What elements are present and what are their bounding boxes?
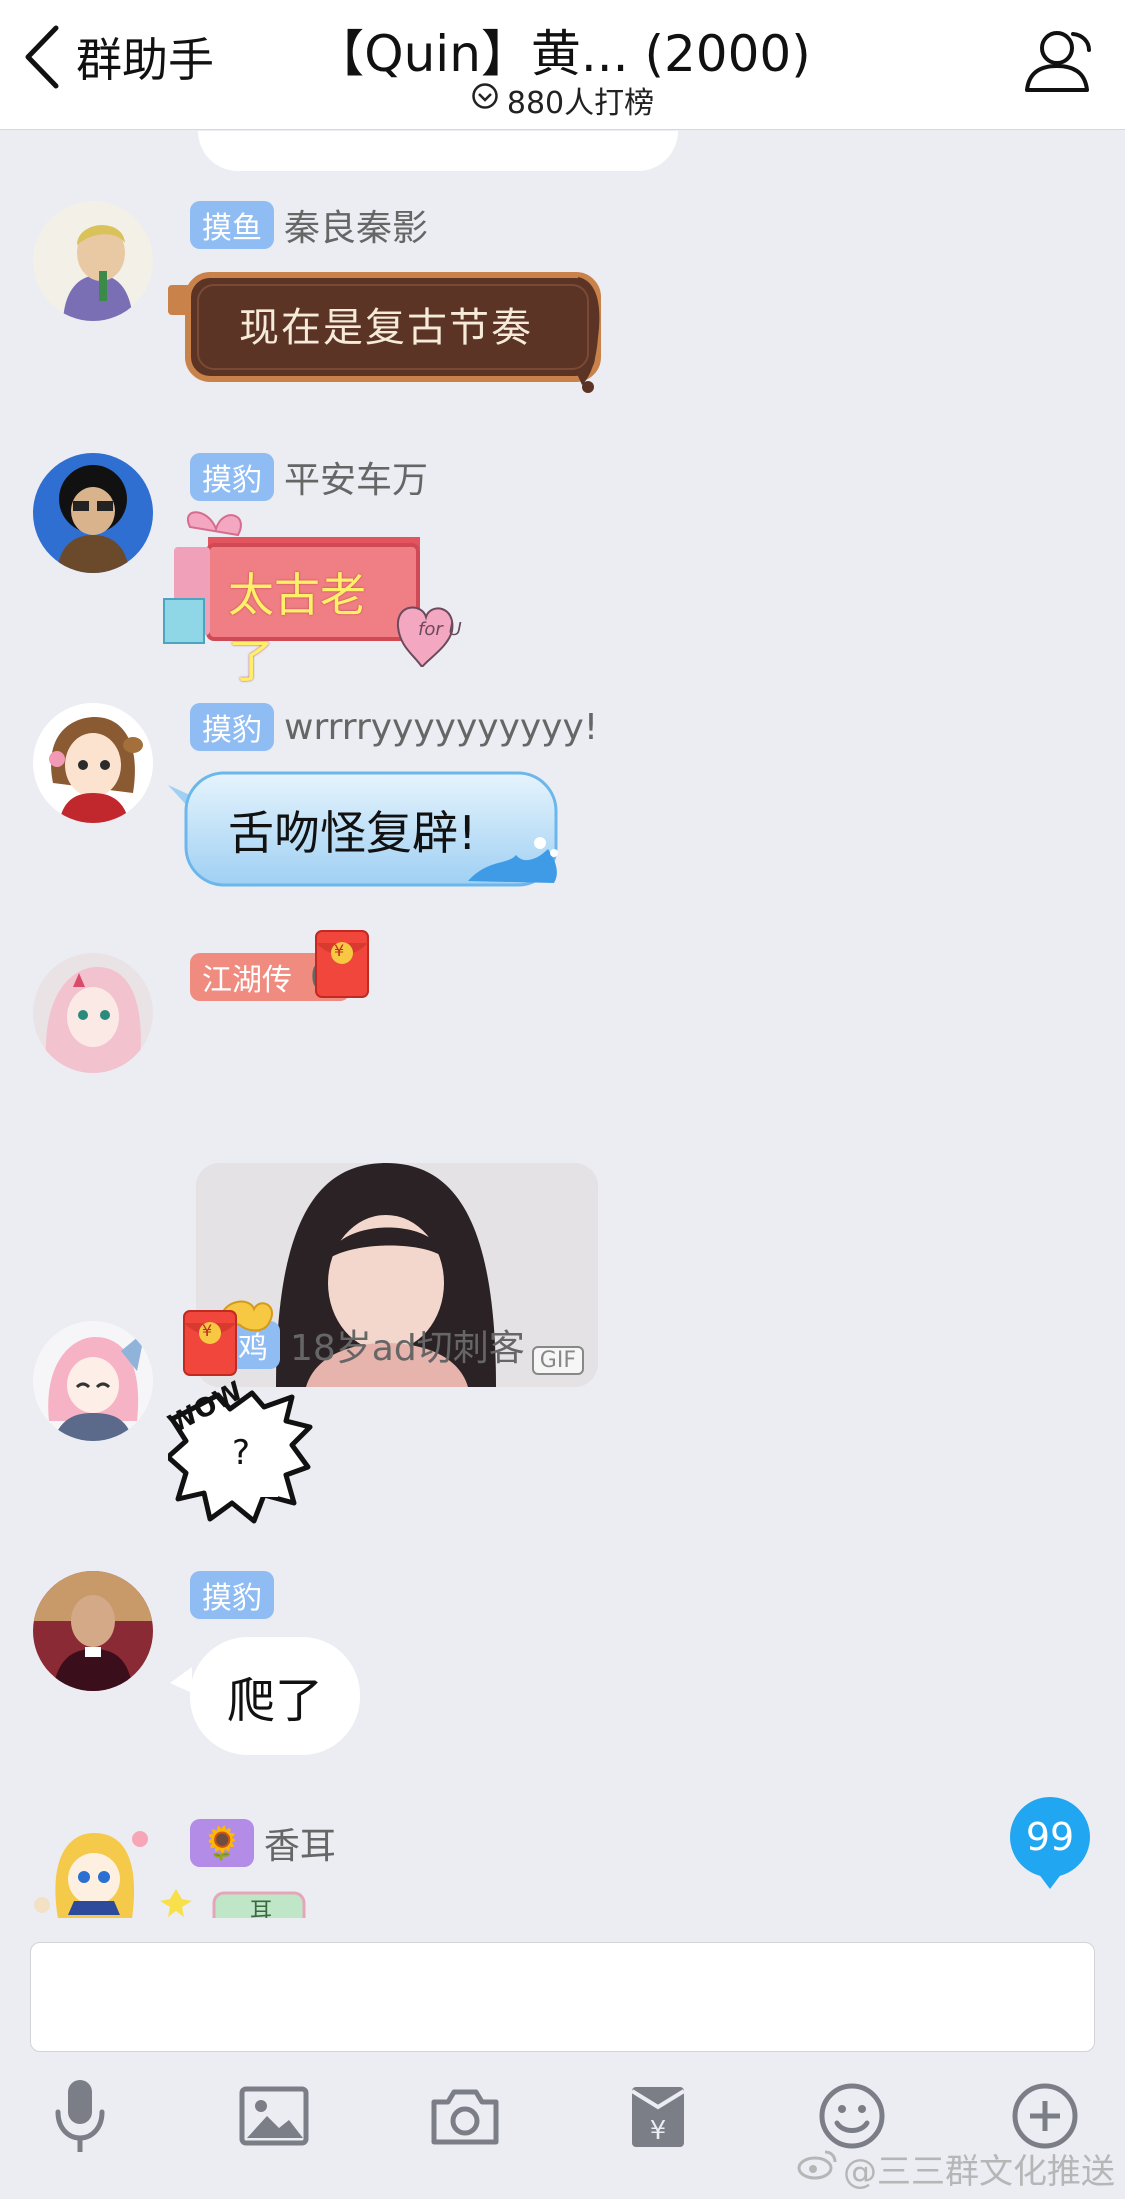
camera-button[interactable]: [425, 2078, 505, 2158]
sender-name[interactable]: 香耳: [264, 1817, 336, 1869]
member-title-badge: 🌻: [190, 1819, 254, 1867]
avatar[interactable]: [33, 1321, 153, 1441]
avatar[interactable]: [33, 703, 153, 823]
chat-header: 群助手 【Quin】黄... (2000) 880人打榜: [0, 0, 1125, 130]
sticker-bubble[interactable]: WOW ?: [164, 1376, 318, 1531]
bubble-tail: [170, 1667, 192, 1693]
avatar[interactable]: [28, 1819, 158, 1918]
message-meta: 摸豹: [190, 1571, 284, 1619]
sticker-bubble[interactable]: 太古老了 for U: [160, 507, 490, 688]
message-bubble[interactable]: 爬了: [190, 1637, 360, 1755]
voice-button[interactable]: [40, 2078, 120, 2158]
chat-title[interactable]: 【Quin】黄... (2000): [240, 14, 885, 86]
back-label: 群助手: [76, 33, 214, 87]
sticker-bubble[interactable]: 耳: [160, 1889, 310, 1918]
image-icon: [239, 2086, 309, 2150]
sticker-text: 太古老了: [228, 568, 366, 688]
message-meta: 摸豹 平安车万: [190, 453, 428, 501]
sender-name[interactable]: 18岁ad切刺客: [290, 1319, 525, 1371]
red-packet-icon[interactable]: ¥: [180, 1297, 280, 1381]
message-meta: 🌻 香耳: [190, 1819, 336, 1867]
chevron-down-circle-icon: [471, 82, 499, 118]
input-area: ¥ @三三群文化推送: [0, 1918, 1125, 2199]
member-title-badge: 摸豹: [190, 1571, 274, 1619]
member-title-badge: 摸豹: [190, 453, 274, 501]
red-packet-symbol: ¥: [202, 1321, 213, 1340]
sticker-text: 舌吻怪复辟!: [228, 806, 477, 860]
back-button[interactable]: 群助手: [22, 22, 214, 92]
sender-name[interactable]: wrrrryyyyyyyyyy!: [284, 707, 598, 748]
sticker-mark: ?: [232, 1433, 251, 1473]
sticker-tag: for U: [418, 619, 462, 640]
group-members-button[interactable]: [1019, 26, 1095, 100]
sticker-text: 耳: [250, 1899, 273, 1918]
chat-subtitle[interactable]: 880人打榜: [380, 78, 745, 122]
message-input[interactable]: [30, 1942, 1095, 2052]
microphone-icon: [50, 2076, 110, 2160]
sticker-text: 现在是复古节奏: [239, 305, 533, 351]
red-packet-icon: ¥: [628, 2081, 688, 2155]
red-packet-button[interactable]: ¥: [618, 2078, 698, 2158]
svg-text:¥: ¥: [650, 2116, 667, 2146]
chevron-left-icon: [22, 24, 62, 90]
red-packet-symbol: ¥: [334, 941, 345, 960]
avatar[interactable]: [33, 453, 153, 573]
avatar[interactable]: [33, 953, 153, 1073]
image-button[interactable]: [234, 2078, 314, 2158]
avatar[interactable]: [33, 1571, 153, 1691]
sticker-bubble[interactable]: 舌吻怪复辟!: [168, 769, 568, 897]
sender-name[interactable]: 秦良秦影: [284, 199, 428, 251]
message-meta: 摸鱼 秦良秦影: [190, 201, 428, 249]
gif-label: GIF: [531, 1346, 584, 1375]
red-packet-icon[interactable]: ¥: [314, 929, 370, 1003]
previous-message-bubble[interactable]: [198, 131, 678, 171]
member-title-badge: 摸豹: [190, 703, 274, 751]
message-list[interactable]: 摸鱼 秦良秦影 现在是复古节奏 摸豹 平安车万 太古老了 for U 摸豹 wr…: [0, 131, 1125, 1918]
watermark: @三三群文化推送: [797, 2144, 1115, 2193]
watermark-text: @三三群文化推送: [843, 2152, 1115, 2192]
message-meta: 摸豹 wrrrryyyyyyyyyy!: [190, 703, 598, 751]
camera-icon: [430, 2086, 500, 2150]
member-title-badge: 摸鱼: [190, 201, 274, 249]
sender-name[interactable]: 平安车万: [284, 451, 428, 503]
users-icon: [1019, 31, 1095, 100]
subtitle-text: 880人打榜: [506, 86, 655, 121]
unread-count-badge[interactable]: 99: [1010, 1797, 1090, 1889]
weibo-icon: [797, 2148, 837, 2189]
avatar[interactable]: [33, 201, 153, 321]
sticker-bubble[interactable]: 现在是复古节奏: [168, 267, 604, 397]
